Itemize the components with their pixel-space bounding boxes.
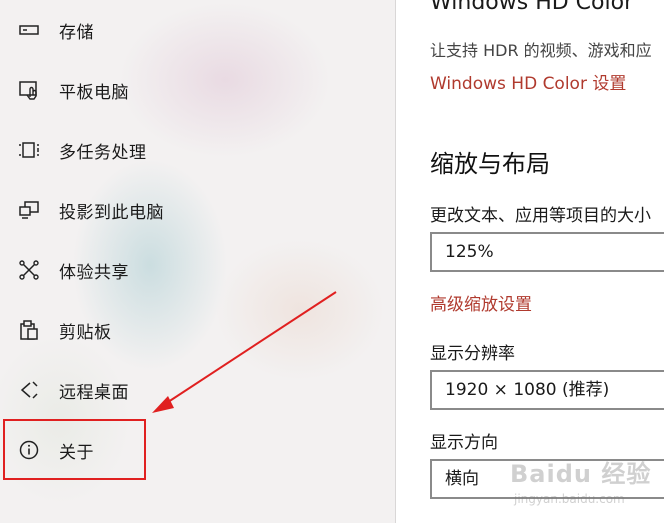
multitasking-icon bbox=[18, 139, 40, 161]
sidebar-item-label: 剪贴板 bbox=[59, 322, 112, 343]
display-settings-pane: Windows HD Color 让支持 HDR 的视频、游戏和应 Window… bbox=[397, 0, 664, 523]
advanced-scaling-link[interactable]: 高级缩放设置 bbox=[430, 290, 532, 315]
project-icon bbox=[18, 199, 40, 221]
scale-dropdown[interactable]: 125% bbox=[430, 232, 664, 272]
resolution-dropdown[interactable]: 1920 × 1080 (推荐) bbox=[430, 370, 664, 410]
scale-layout-heading: 缩放与布局 bbox=[430, 150, 550, 178]
sidebar-item-tablet[interactable]: 平板电脑 bbox=[0, 62, 396, 118]
tablet-icon bbox=[18, 79, 40, 101]
resolution-label: 显示分辨率 bbox=[430, 344, 515, 364]
clipboard-icon bbox=[18, 319, 40, 341]
hd-color-heading: Windows HD Color bbox=[430, 0, 634, 15]
sidebar-item-label: 远程桌面 bbox=[59, 382, 129, 403]
sidebar-item-label: 存储 bbox=[59, 22, 94, 43]
sidebar-item-label: 体验共享 bbox=[59, 262, 129, 283]
share-icon bbox=[18, 259, 40, 281]
sidebar-item-project[interactable]: 投影到此电脑 bbox=[0, 182, 396, 238]
annotation-highlight-box bbox=[3, 419, 146, 480]
sidebar-item-clipboard[interactable]: 剪贴板 bbox=[0, 302, 396, 358]
sidebar-item-label: 多任务处理 bbox=[59, 142, 147, 163]
sidebar-item-label: 投影到此电脑 bbox=[59, 202, 164, 223]
sidebar-item-shared-experiences[interactable]: 体验共享 bbox=[0, 242, 396, 298]
storage-icon bbox=[18, 19, 40, 41]
sidebar-item-multitasking[interactable]: 多任务处理 bbox=[0, 122, 396, 178]
remote-desktop-icon bbox=[18, 379, 40, 401]
hd-color-settings-link[interactable]: Windows HD Color 设置 bbox=[430, 69, 626, 94]
sidebar-item-storage[interactable]: 存储 bbox=[0, 2, 396, 58]
settings-sidebar: 存储 平板电脑 多任务处理 投影到此电脑 体验共享 剪贴板 远程桌面 关于 bbox=[0, 0, 396, 523]
orientation-label: 显示方向 bbox=[430, 433, 498, 453]
sidebar-item-remote-desktop[interactable]: 远程桌面 bbox=[0, 362, 396, 418]
hd-color-description: 让支持 HDR 的视频、游戏和应 bbox=[430, 41, 652, 60]
orientation-dropdown[interactable]: 横向 bbox=[430, 459, 664, 499]
scale-label: 更改文本、应用等项目的大小 bbox=[430, 206, 651, 226]
sidebar-item-label: 平板电脑 bbox=[59, 82, 129, 103]
